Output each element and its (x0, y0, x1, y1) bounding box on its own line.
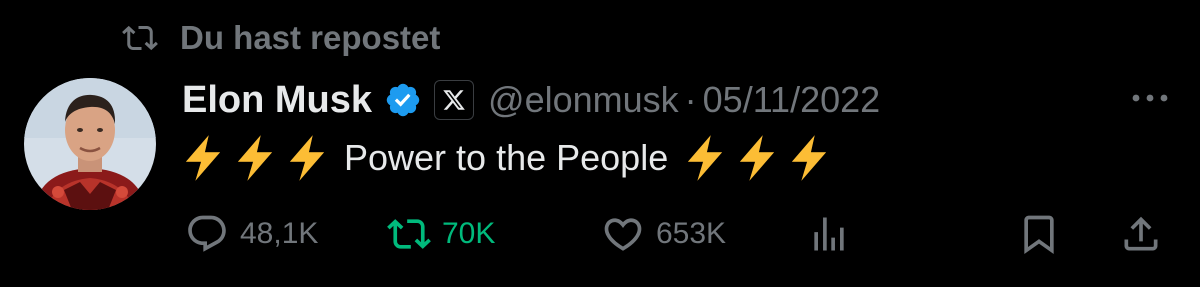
author-handle[interactable]: @elonmusk (488, 79, 679, 121)
author-display-name[interactable]: Elon Musk (182, 79, 372, 122)
repost-count: 70K (442, 217, 496, 250)
repost-button[interactable]: 70K (386, 210, 495, 258)
views-button[interactable] (806, 210, 862, 258)
high-voltage-emoji (740, 135, 775, 181)
tweet-card[interactable]: Du hast repostet Elon Musk @elonmusk · 0… (0, 0, 1200, 287)
like-count: 653K (656, 217, 727, 250)
high-voltage-emoji (792, 135, 827, 181)
bookmark-icon (1016, 211, 1062, 257)
high-voltage-emoji (237, 135, 273, 181)
high-voltage-emoji (688, 135, 723, 181)
share-icon (1118, 211, 1164, 257)
x-logo-icon[interactable] (434, 80, 475, 120)
high-voltage-emoji (185, 135, 221, 181)
analytics-icon (806, 211, 852, 257)
share-button[interactable] (1118, 210, 1174, 258)
like-button[interactable]: 653K (600, 210, 726, 258)
emoji-group-after (686, 135, 828, 181)
separator-dot: · (684, 79, 697, 120)
verified-badge-icon[interactable] (384, 81, 422, 119)
repost-icon (386, 211, 432, 257)
bookmark-button[interactable] (1016, 210, 1072, 258)
repost-icon (118, 18, 162, 58)
heart-icon (600, 211, 646, 257)
repost-header[interactable]: Du hast repostet (118, 18, 440, 58)
reply-icon (184, 211, 230, 257)
more-options-icon[interactable] (1126, 82, 1174, 114)
high-voltage-emoji (289, 135, 325, 181)
author-line: Elon Musk @elonmusk · 05/11/2022 (182, 74, 880, 126)
reply-count: 48,1K (240, 217, 319, 250)
tweet-date[interactable]: 05/11/2022 (703, 79, 881, 121)
reply-button[interactable]: 48,1K (184, 210, 318, 258)
tweet-text: Power to the People (184, 130, 828, 186)
tweet-body-text: Power to the People (344, 137, 669, 178)
emoji-group-before (184, 135, 326, 181)
avatar[interactable] (24, 78, 156, 210)
repost-header-label: Du hast repostet (180, 19, 441, 56)
